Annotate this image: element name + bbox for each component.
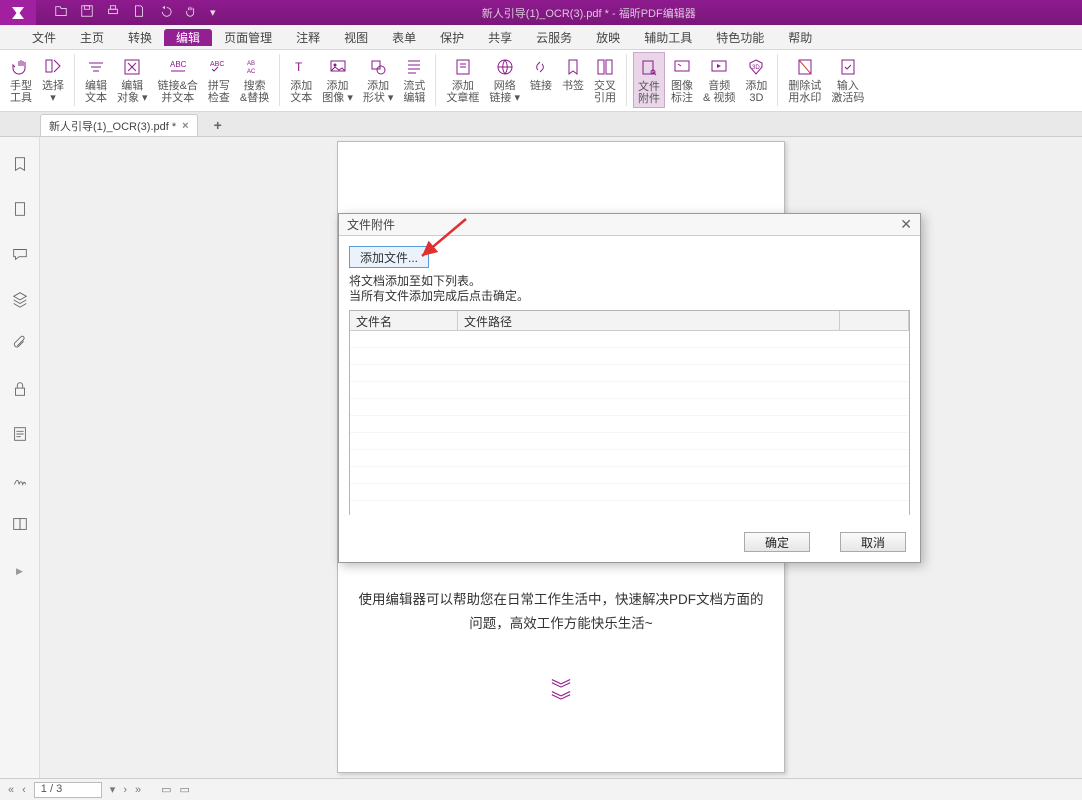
column-filename[interactable]: 文件名: [350, 311, 458, 330]
form-icon[interactable]: [11, 425, 29, 448]
ribbon-链接[interactable]: 链接: [526, 52, 556, 94]
document-tab[interactable]: 新人引导(1)_OCR(3).pdf * ×: [40, 114, 198, 136]
pages-icon[interactable]: [11, 200, 29, 223]
column-filepath[interactable]: 文件路径: [458, 311, 840, 330]
prev-page-icon[interactable]: ‹: [22, 784, 26, 796]
print-icon[interactable]: [106, 4, 120, 21]
menu-编辑[interactable]: 编辑: [164, 29, 212, 46]
menu-表单[interactable]: 表单: [380, 29, 428, 46]
bookmark-icon[interactable]: [11, 155, 29, 178]
doc-line-1: 使用编辑器可以帮助您在日常工作生活中，快速解决PDF文档方面的: [359, 592, 764, 607]
svg-text:AC: AC: [247, 69, 256, 75]
ribbon-添加形状 ▾[interactable]: 添加形状 ▾: [359, 52, 398, 106]
menu-注释[interactable]: 注释: [284, 29, 332, 46]
ribbon-链接&合并文本[interactable]: ABC链接&合并文本: [154, 52, 202, 106]
menu-保护[interactable]: 保护: [428, 29, 476, 46]
menu-bar: 文件主页转换编辑页面管理注释视图表单保护共享云服务放映辅助工具特色功能帮助: [0, 25, 1082, 50]
menu-共享[interactable]: 共享: [476, 29, 524, 46]
undo-icon[interactable]: [158, 4, 172, 21]
ribbon-删除试用水印[interactable]: 删除试用水印: [784, 52, 825, 106]
menu-帮助[interactable]: 帮助: [776, 29, 824, 46]
ribbon-添加3D[interactable]: 3D添加3D: [741, 52, 771, 106]
ribbon-书签[interactable]: 书签: [558, 52, 588, 94]
cancel-button[interactable]: 取消: [840, 532, 906, 552]
expand-panel-icon[interactable]: ▶: [16, 566, 23, 577]
first-page-icon[interactable]: «: [8, 784, 14, 796]
page-dropdown-icon[interactable]: ▾: [110, 783, 116, 796]
attachment-icon[interactable]: [11, 335, 29, 358]
save-icon[interactable]: [80, 4, 94, 21]
tab-label: 新人引导(1)_OCR(3).pdf *: [49, 118, 176, 134]
menu-主页[interactable]: 主页: [68, 29, 116, 46]
status-bar: « ‹ 1 / 3 ▾ › » ▭ ▭: [0, 778, 1082, 800]
ribbon-输入激活码[interactable]: 输入激活码: [827, 52, 868, 106]
svg-text:3D: 3D: [752, 65, 760, 71]
next-page-icon[interactable]: ›: [123, 784, 127, 796]
ribbon-文件附件[interactable]: 文件附件: [633, 52, 665, 108]
menu-文件[interactable]: 文件: [20, 29, 68, 46]
menu-页面管理[interactable]: 页面管理: [212, 29, 284, 46]
comment-icon[interactable]: [11, 245, 29, 268]
file-list-grid[interactable]: 文件名 文件路径: [349, 310, 910, 515]
ribbon-添加文章框[interactable]: 添加文章框: [442, 52, 483, 106]
scroll-down-hint-icon: ︾︾: [551, 684, 571, 708]
ok-button[interactable]: 确定: [744, 532, 810, 552]
last-page-icon[interactable]: »: [135, 784, 141, 796]
doc-line-2: 问题，高效工作方能快乐生活~: [469, 616, 652, 631]
ribbon-搜索&替换[interactable]: ABAC搜索&替换: [236, 52, 273, 106]
file-attachment-dialog: 文件附件 ✕ 添加文件... 将文档添加至如下列表。 当所有文件添加完成后点击确…: [338, 213, 921, 563]
document-tab-bar: 新人引导(1)_OCR(3).pdf * × +: [0, 112, 1082, 137]
svg-text:AB: AB: [247, 61, 255, 67]
compare-icon[interactable]: [11, 515, 29, 538]
ribbon-选择▾[interactable]: 选择▾: [38, 52, 68, 106]
ribbon-添加文本[interactable]: T添加文本: [286, 52, 316, 106]
column-spacer: [840, 311, 909, 330]
page-icon[interactable]: [132, 4, 146, 21]
ribbon-添加图像 ▾[interactable]: 添加图像 ▾: [318, 52, 357, 106]
layers-icon[interactable]: [11, 290, 29, 313]
add-file-button[interactable]: 添加文件...: [349, 246, 429, 268]
ribbon-编辑对象 ▾[interactable]: 编辑对象 ▾: [113, 52, 152, 106]
file-list-body: [350, 331, 909, 516]
ribbon-图像标注[interactable]: 图像标注: [667, 52, 697, 106]
ribbon-网络链接 ▾[interactable]: 网络链接 ▾: [485, 52, 524, 106]
menu-放映[interactable]: 放映: [584, 29, 632, 46]
menu-云服务[interactable]: 云服务: [524, 29, 584, 46]
page-indicator[interactable]: 1 / 3: [34, 782, 102, 798]
ribbon-手型工具[interactable]: 手型工具: [6, 52, 36, 106]
ribbon-音频& 视频[interactable]: 音频& 视频: [699, 52, 739, 106]
dialog-hint-2: 当所有文件添加完成后点击确定。: [349, 289, 529, 303]
left-panel: ▶: [0, 137, 40, 778]
app-logo: [0, 0, 36, 25]
svg-text:ABC: ABC: [210, 61, 224, 68]
svg-text:ABC: ABC: [170, 60, 187, 69]
view-mode-1-icon[interactable]: ▭: [161, 783, 171, 796]
open-icon[interactable]: [54, 4, 68, 21]
menu-辅助工具[interactable]: 辅助工具: [632, 29, 704, 46]
dialog-title: 文件附件: [347, 216, 395, 233]
svg-text:T: T: [295, 60, 303, 74]
ribbon-编辑文本[interactable]: 编辑文本: [81, 52, 111, 106]
new-tab-button[interactable]: +: [214, 117, 222, 136]
menu-视图[interactable]: 视图: [332, 29, 380, 46]
hand-icon[interactable]: [184, 4, 198, 21]
window-title: 新人引导(1)_OCR(3).pdf * - 福昕PDF编辑器: [216, 5, 962, 21]
add-file-label: 添加文件...: [360, 249, 418, 266]
close-icon[interactable]: ×: [182, 120, 188, 132]
ribbon-交叉引用[interactable]: 交叉引用: [590, 52, 620, 106]
dialog-close-icon[interactable]: ✕: [900, 216, 912, 233]
view-mode-2-icon[interactable]: ▭: [180, 783, 190, 796]
signature-icon[interactable]: [11, 470, 29, 493]
menu-特色功能[interactable]: 特色功能: [704, 29, 776, 46]
dialog-title-bar[interactable]: 文件附件 ✕: [339, 214, 920, 236]
ribbon-流式编辑[interactable]: 流式编辑: [399, 52, 429, 106]
menu-转换[interactable]: 转换: [116, 29, 164, 46]
security-icon[interactable]: [11, 380, 29, 403]
dialog-hint-1: 将文档添加至如下列表。: [349, 274, 481, 288]
ribbon-拼写检查[interactable]: ABC拼写检查: [204, 52, 234, 106]
ribbon: 手型工具选择▾编辑文本编辑对象 ▾ABC链接&合并文本ABC拼写检查ABAC搜索…: [0, 50, 1082, 112]
title-bar: ▾ 新人引导(1)_OCR(3).pdf * - 福昕PDF编辑器: [0, 0, 1082, 25]
